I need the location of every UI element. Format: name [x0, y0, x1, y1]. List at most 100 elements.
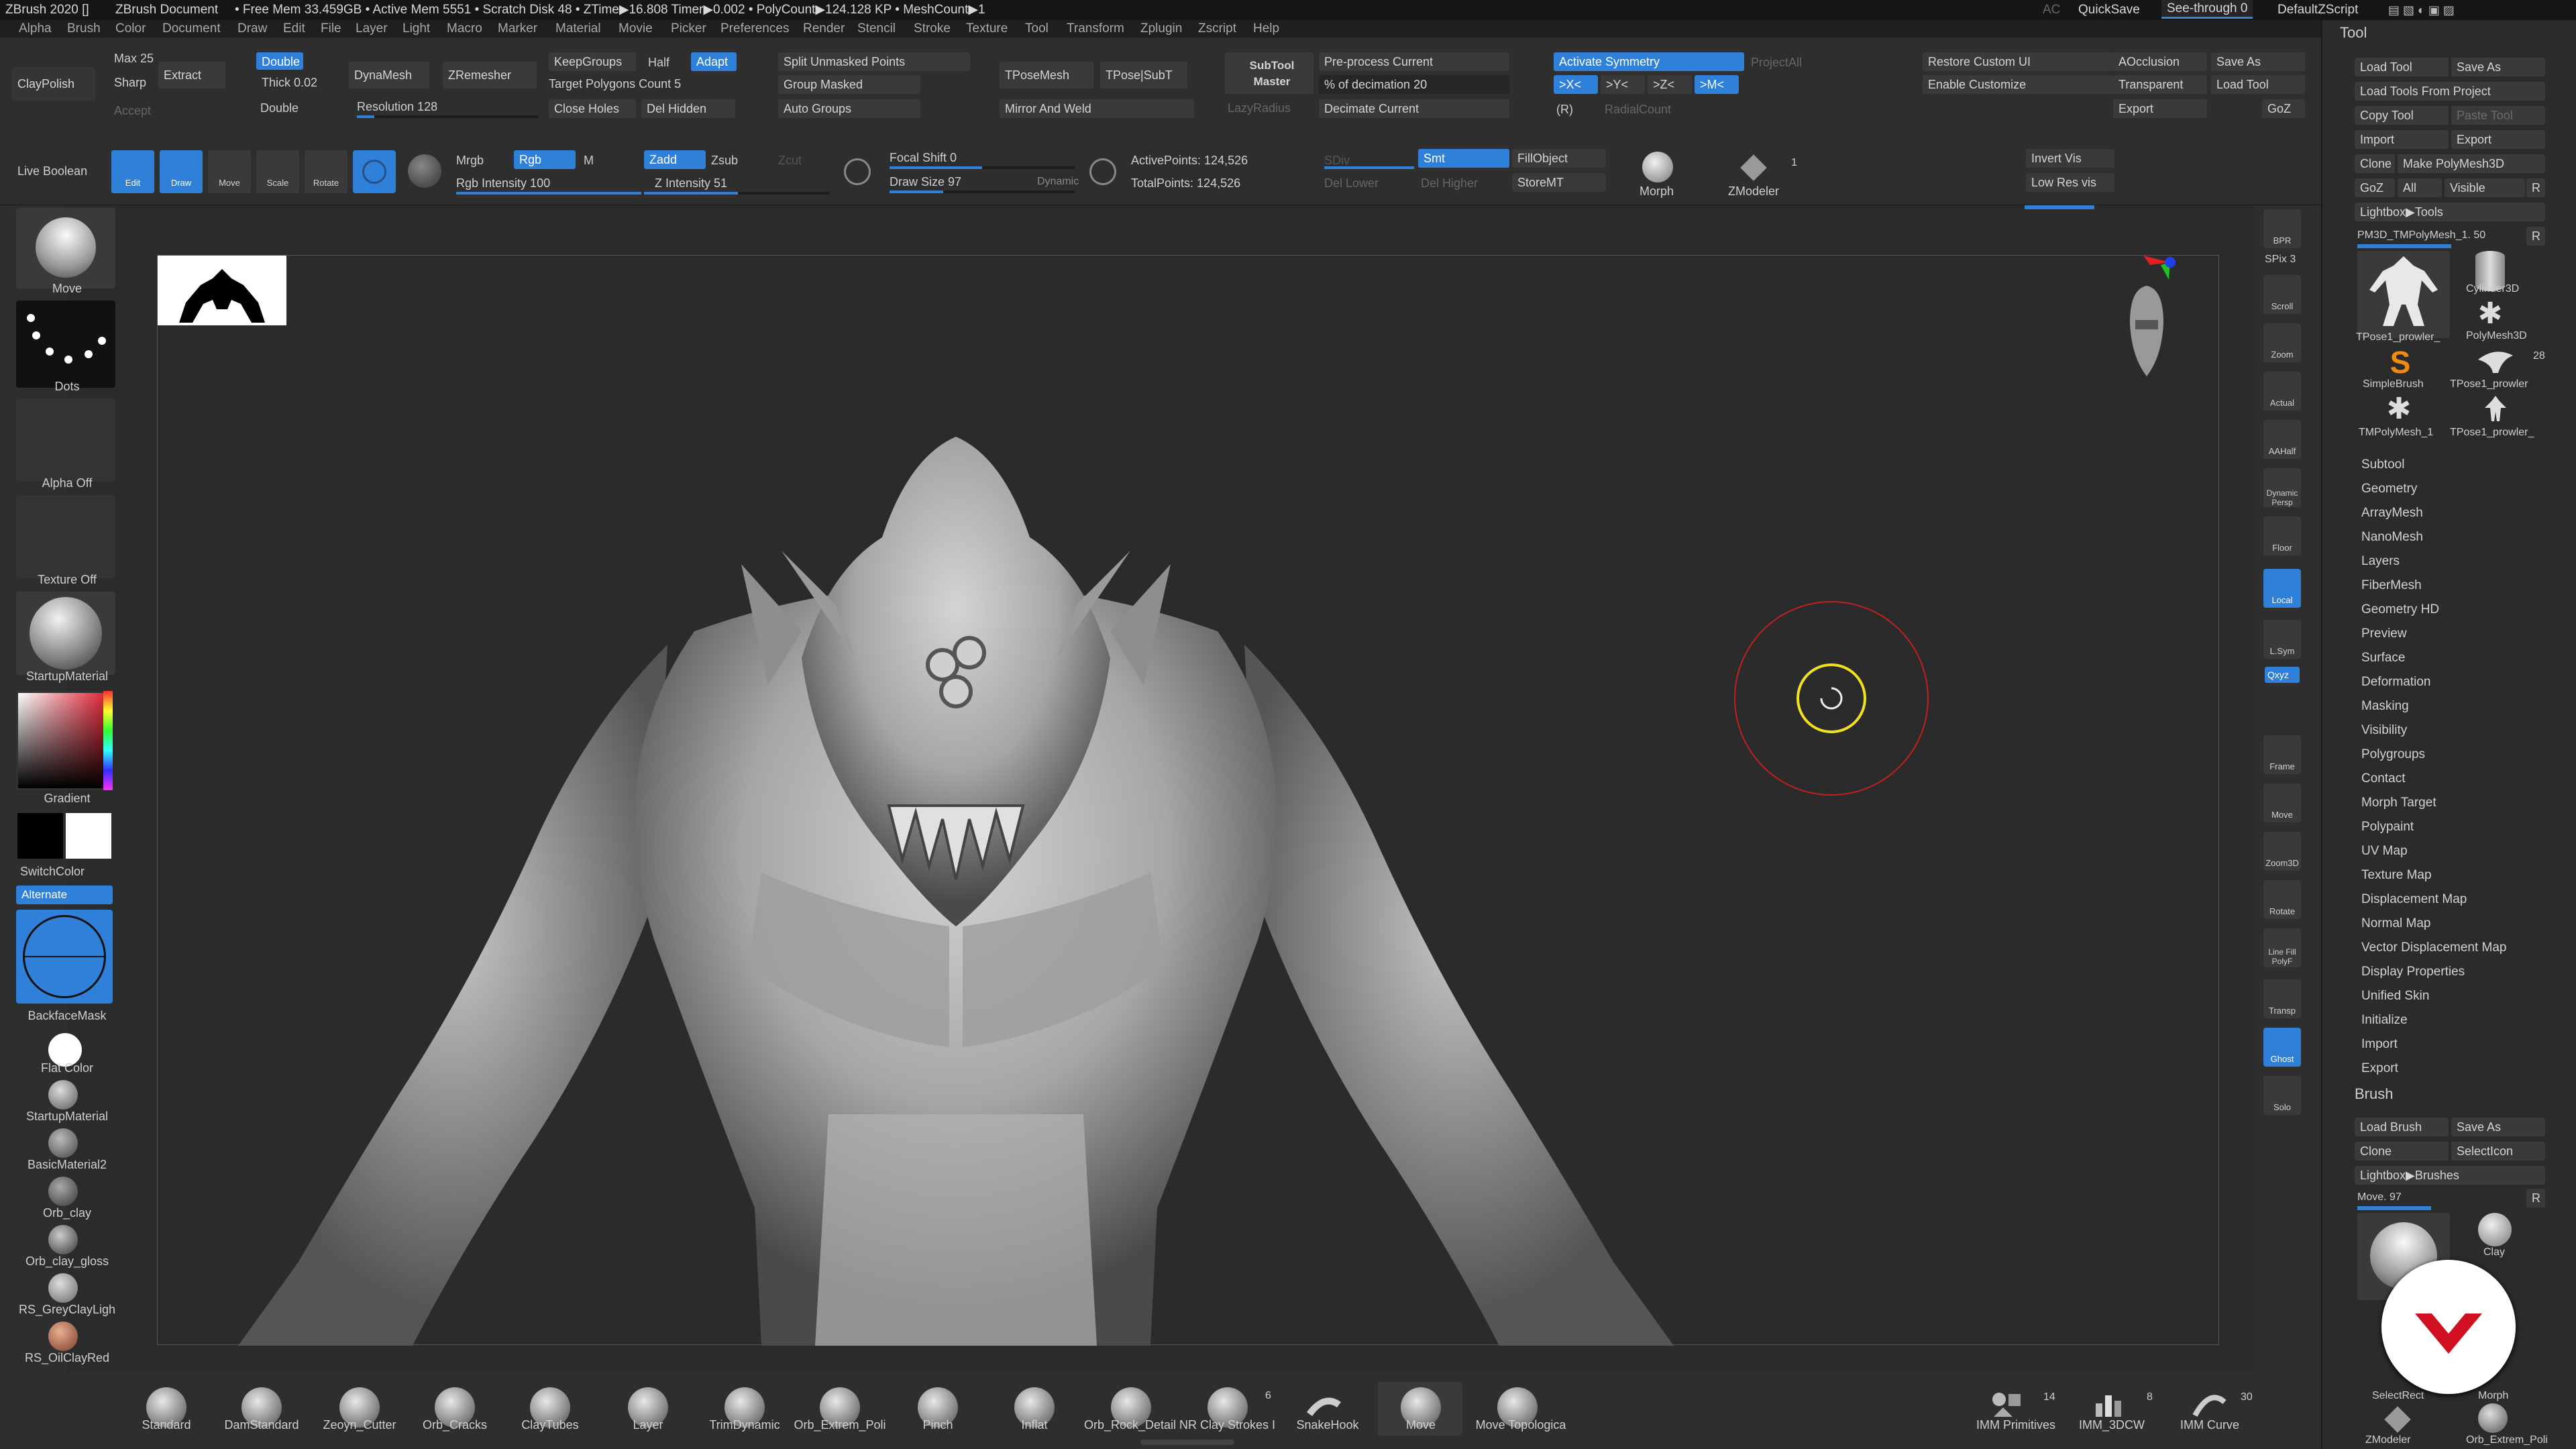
- secondary-color-swatch[interactable]: [66, 813, 111, 859]
- tool-visible-button[interactable]: Visible: [2445, 178, 2525, 197]
- subpalette-surface[interactable]: Surface: [2361, 651, 2405, 665]
- shelf-scrollbar[interactable]: [1140, 1440, 1234, 1445]
- draw-button[interactable]: Draw: [160, 150, 203, 193]
- subpalette-vector-displacement[interactable]: Vector Displacement Map: [2361, 941, 2507, 955]
- load-from-project-button[interactable]: Load Tools From Project: [2355, 82, 2545, 101]
- imm-curve-icon[interactable]: [2192, 1389, 2227, 1418]
- menu-tool[interactable]: Tool: [1025, 20, 1049, 38]
- color-picker[interactable]: [16, 691, 113, 790]
- m-toggle[interactable]: M: [584, 153, 594, 168]
- subpalette-uv-map[interactable]: UV Map: [2361, 844, 2408, 859]
- fillobject-button[interactable]: FillObject: [1512, 149, 1606, 168]
- dynamic-toggle[interactable]: Dynamic: [1037, 174, 1079, 189]
- rotate-view-button[interactable]: Rotate: [2263, 880, 2301, 919]
- local-button[interactable]: Local: [2263, 569, 2301, 608]
- frame-button[interactable]: Frame: [2263, 735, 2301, 774]
- del-lower-button[interactable]: Del Lower: [1324, 176, 1379, 191]
- sym-m-toggle[interactable]: >M<: [1695, 75, 1739, 94]
- menu-alpha[interactable]: Alpha: [19, 20, 52, 38]
- subpalette-polygroups[interactable]: Polygroups: [2361, 747, 2425, 762]
- quicksave-button[interactable]: QuickSave: [2078, 0, 2140, 20]
- zmodeler-label[interactable]: ZModeler: [1728, 184, 1779, 199]
- focal-icon[interactable]: [844, 158, 871, 185]
- group-masked-button[interactable]: Group Masked: [778, 75, 920, 94]
- tool-thumb-tpose1[interactable]: [2357, 251, 2450, 338]
- move-mode-button[interactable]: Move: [208, 150, 251, 193]
- lightbox-tools-button[interactable]: Lightbox▶Tools: [2355, 203, 2545, 221]
- solo-button[interactable]: Solo: [2263, 1076, 2301, 1115]
- invert-vis-button[interactable]: Invert Vis: [2026, 149, 2114, 168]
- mat-orb-clay-gloss-icon[interactable]: [48, 1225, 78, 1254]
- brush-orb-extrem-label[interactable]: Orb_Extrem_Poli: [793, 1418, 887, 1432]
- move-view-button[interactable]: Move: [2263, 784, 2301, 822]
- resolution-track[interactable]: [357, 115, 538, 118]
- brush-damstandard-label[interactable]: DamStandard: [221, 1418, 302, 1432]
- tpose-small-icon[interactable]: [2482, 394, 2509, 424]
- activate-symmetry-button[interactable]: Activate Symmetry: [1554, 52, 1744, 71]
- menu-stroke[interactable]: Stroke: [914, 20, 951, 38]
- preprocess-button[interactable]: Pre-process Current: [1319, 52, 1509, 71]
- zcut-toggle[interactable]: Zcut: [778, 153, 802, 168]
- brush-pinch-label[interactable]: Pinch: [904, 1418, 971, 1432]
- brush-trimdynamic-label[interactable]: TrimDynamic: [704, 1418, 785, 1432]
- tmpolymesh-icon[interactable]: ✱: [2384, 394, 2414, 424]
- brush-palette-title[interactable]: Brush: [2355, 1087, 2393, 1102]
- subpalette-contact[interactable]: Contact: [2361, 771, 2405, 786]
- low-res-vis-button[interactable]: Low Res vis: [2026, 173, 2114, 192]
- mat-startup-icon[interactable]: [48, 1080, 78, 1110]
- brush-selecticon-button[interactable]: SelectIcon: [2451, 1142, 2545, 1161]
- aocclusion-button[interactable]: AOcclusion: [2113, 52, 2207, 71]
- brush-orb-cracks-label[interactable]: Orb_Cracks: [415, 1418, 495, 1432]
- decimate-button[interactable]: Decimate Current: [1319, 99, 1509, 118]
- bpr-button[interactable]: BPR: [2263, 209, 2301, 248]
- claypolish-button[interactable]: ClayPolish: [12, 67, 95, 101]
- mat-oilclay-icon[interactable]: [48, 1322, 78, 1351]
- dynamesh-button[interactable]: DynaMesh: [349, 62, 429, 89]
- sym-z-toggle[interactable]: >Z<: [1648, 75, 1692, 94]
- morph-label[interactable]: Morph: [1640, 184, 1674, 199]
- aahalf-button[interactable]: AAHalf: [2263, 420, 2301, 459]
- orientation-head-icon[interactable]: [2123, 282, 2170, 383]
- brush-layer-label[interactable]: Layer: [614, 1418, 682, 1432]
- zoom-button[interactable]: Zoom: [2263, 323, 2301, 362]
- ghost-button[interactable]: Ghost: [2263, 1028, 2301, 1067]
- menu-light[interactable]: Light: [402, 20, 430, 38]
- subpalette-layers[interactable]: Layers: [2361, 554, 2400, 569]
- focal-shift-slider[interactable]: Focal Shift 0: [890, 150, 957, 165]
- adapt-toggle[interactable]: Adapt: [691, 52, 737, 71]
- tpose-subt-button[interactable]: TPose|SubT: [1100, 62, 1187, 89]
- menu-transform[interactable]: Transform: [1067, 20, 1124, 38]
- subpalette-visibility[interactable]: Visibility: [2361, 723, 2407, 738]
- tool-r-button[interactable]: R: [2526, 178, 2545, 197]
- texture-thumbnail[interactable]: [16, 495, 115, 578]
- make-polymesh-button[interactable]: Make PolyMesh3D: [2398, 154, 2545, 173]
- live-boolean-button[interactable]: Live Boolean: [17, 164, 87, 178]
- imm-primitives-label[interactable]: IMM Primitives: [1972, 1418, 2059, 1432]
- rgb-intensity-track[interactable]: [456, 192, 641, 195]
- scale-mode-button[interactable]: Scale: [256, 150, 299, 193]
- tool-import-button[interactable]: Import: [2355, 130, 2449, 149]
- mat-basic2-icon[interactable]: [48, 1128, 78, 1158]
- current-tool-slider[interactable]: PM3D_TMPolyMesh_1. 50: [2357, 228, 2485, 243]
- ac-label[interactable]: AC: [2043, 0, 2060, 20]
- subpalette-preview[interactable]: Preview: [2361, 627, 2407, 641]
- mirror-weld-button[interactable]: Mirror And Weld: [1000, 99, 1194, 118]
- menu-marker[interactable]: Marker: [498, 20, 537, 38]
- menu-material[interactable]: Material: [555, 20, 601, 38]
- menu-document[interactable]: Document: [162, 20, 221, 38]
- projectall-button[interactable]: ProjectAll: [1751, 55, 1802, 70]
- gizmo-icon[interactable]: [353, 150, 396, 193]
- brush-save-as-button[interactable]: Save As: [2451, 1118, 2545, 1136]
- subpalette-display-properties[interactable]: Display Properties: [2361, 965, 2465, 979]
- zadd-toggle[interactable]: Zadd: [644, 150, 706, 169]
- polyf-button[interactable]: Line Fill PolyF: [2263, 928, 2301, 967]
- draw-size-track[interactable]: [890, 191, 1075, 193]
- menu-render[interactable]: Render: [803, 20, 845, 38]
- menu-texture[interactable]: Texture: [966, 20, 1008, 38]
- load-tool-button[interactable]: Load Tool: [2211, 75, 2305, 94]
- subpalette-geometry-hd[interactable]: Geometry HD: [2361, 602, 2439, 617]
- draw-size-slider[interactable]: Draw Size 97: [890, 174, 961, 189]
- subpalette-polypaint[interactable]: Polypaint: [2361, 820, 2414, 835]
- xyz-toggle[interactable]: Qxyz: [2265, 667, 2300, 683]
- del-hidden-button[interactable]: Del Hidden: [641, 99, 735, 118]
